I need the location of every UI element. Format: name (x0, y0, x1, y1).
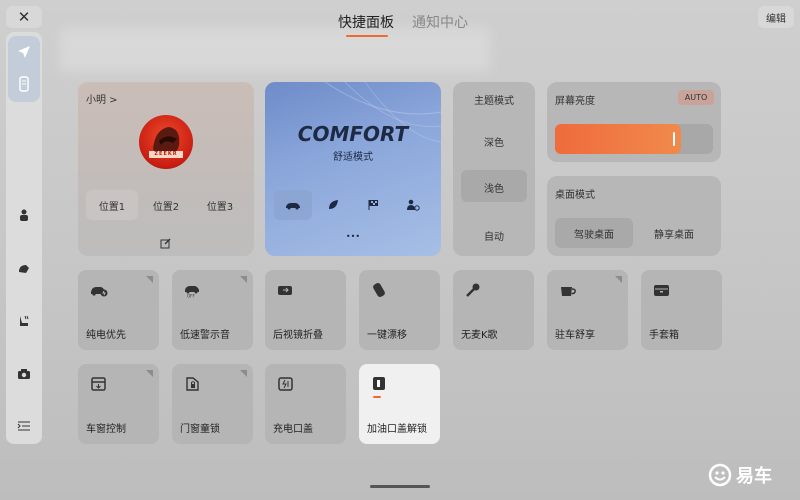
tile-label: 驻车舒享 (555, 330, 595, 341)
tab-notification-center[interactable]: 通知中心 (412, 12, 468, 32)
home-indicator[interactable] (370, 485, 430, 488)
drive-mode-card[interactable]: COMFORT 舒适模式 ••• (265, 82, 441, 256)
edit-profile-icon[interactable] (160, 234, 171, 253)
driver-icon[interactable] (16, 207, 32, 223)
tile-label: 手套箱 (649, 330, 679, 341)
background-blur (60, 28, 490, 72)
watermark-text: 易车 (736, 466, 772, 487)
avatar[interactable]: ZEEKR (139, 115, 193, 169)
drive-mode-subtitle: 舒适模式 (333, 152, 373, 163)
child-lock-icon (186, 377, 199, 391)
tile-low-speed-warning[interactable]: OFF 低速警示音 (172, 270, 253, 350)
seat-icon[interactable] (16, 313, 32, 329)
mode-sport-button[interactable] (354, 190, 392, 220)
speaker-car-icon: OFF (185, 286, 199, 299)
tile-charge-port[interactable]: 充电口盖 (265, 364, 346, 444)
tile-corner-indicator (240, 276, 247, 283)
tile-label: 低速警示音 (180, 330, 230, 341)
active-indicator (373, 396, 381, 398)
tile-corner-indicator (146, 370, 153, 377)
tile-corner-indicator (146, 276, 153, 283)
desktop-mode-card: 桌面模式 驾驶桌面 静享桌面 (547, 176, 721, 256)
microphone-icon (466, 283, 480, 297)
tile-fuel-cap-unlock[interactable]: 加油口盖解锁 (359, 364, 440, 444)
theme-mode-title: 主题模式 (474, 96, 514, 107)
position-3-button[interactable]: 位置3 (194, 190, 246, 220)
mode-comfort-button[interactable] (274, 190, 312, 220)
mirror-fold-icon (278, 286, 292, 295)
tile-label: 后视镜折叠 (273, 330, 323, 341)
tile-label: 一键漂移 (367, 330, 407, 341)
close-button[interactable]: ✕ (6, 6, 42, 28)
car-icon (286, 203, 300, 210)
edit-button[interactable]: 编辑 (758, 6, 794, 28)
close-icon: ✕ (17, 8, 31, 26)
profile-card: 小明 > ZEEKR 位置1 位置2 位置3 (78, 82, 254, 256)
camera-icon[interactable] (16, 366, 32, 382)
brightness-slider-track[interactable] (555, 124, 713, 154)
coffee-cup-icon (561, 287, 576, 296)
collapse-icon[interactable] (16, 418, 32, 434)
window-icon (91, 377, 106, 391)
auto-brightness-toggle[interactable]: AUTO (678, 90, 714, 105)
tile-label: 加油口盖解锁 (367, 424, 427, 435)
profile-name[interactable]: 小明 > (86, 91, 118, 106)
avatar-logo: ZEEKR (149, 151, 183, 158)
leaf-icon (329, 200, 338, 209)
active-tab-indicator (346, 35, 388, 37)
glovebox-icon (654, 285, 669, 296)
ev-car-icon (91, 287, 108, 297)
drift-icon (373, 283, 385, 297)
tile-label: 无麦K歌 (461, 330, 498, 341)
relax-desktop-option[interactable]: 静享桌面 (635, 218, 713, 248)
more-options-dots[interactable]: ••• (265, 232, 441, 241)
theme-auto-option[interactable]: 自动 (453, 228, 535, 243)
tile-label: 车窗控制 (86, 424, 126, 435)
steering-icon[interactable] (16, 261, 32, 277)
desktop-mode-title: 桌面模式 (555, 190, 595, 201)
watermark-logo-icon (708, 463, 732, 487)
flag-icon (368, 200, 378, 210)
phone-icon[interactable] (16, 76, 32, 92)
send-icon[interactable] (16, 44, 32, 60)
position-1-button[interactable]: 位置1 (86, 190, 138, 220)
theme-light-option[interactable]: 浅色 (453, 180, 535, 195)
brightness-title: 屏幕亮度 (555, 96, 595, 107)
tile-glovebox[interactable]: 手套箱 (641, 270, 722, 350)
tile-child-lock[interactable]: 门窗童锁 (172, 364, 253, 444)
tile-parking-comfort[interactable]: 驻车舒享 (547, 270, 628, 350)
position-2-button[interactable]: 位置2 (140, 190, 192, 220)
drive-desktop-option[interactable]: 驾驶桌面 (555, 218, 633, 248)
mode-eco-button[interactable] (314, 190, 352, 220)
theme-dark-option[interactable]: 深色 (453, 134, 535, 149)
watermark: 易车 (708, 462, 772, 488)
svg-text:OFF: OFF (187, 294, 195, 299)
tile-label: 充电口盖 (273, 424, 313, 435)
tile-corner-indicator (240, 370, 247, 377)
tile-mirror-fold[interactable]: 后视镜折叠 (265, 270, 346, 350)
tab-quick-panel[interactable]: 快捷面板 (338, 12, 394, 32)
tile-ev-priority[interactable]: 纯电优先 (78, 270, 159, 350)
fuel-cap-icon (373, 377, 385, 390)
tile-one-click-drift[interactable]: 一键漂移 (359, 270, 440, 350)
mode-custom-button[interactable] (394, 190, 432, 220)
tile-label: 纯电优先 (86, 330, 126, 341)
tile-window-control[interactable]: 车窗控制 (78, 364, 159, 444)
tile-corner-indicator (615, 276, 622, 283)
theme-mode-card: 主题模式 深色 浅色 自动 (453, 82, 535, 256)
user-settings-icon (407, 199, 420, 211)
brightness-card: 屏幕亮度 AUTO (547, 82, 721, 162)
tile-label: 门窗童锁 (180, 424, 220, 435)
brightness-slider-fill (555, 124, 681, 154)
brightness-slider-handle[interactable] (673, 132, 675, 146)
drive-mode-title: COMFORT (297, 122, 409, 146)
charge-port-icon (278, 377, 293, 391)
tile-karaoke[interactable]: 无麦K歌 (453, 270, 534, 350)
